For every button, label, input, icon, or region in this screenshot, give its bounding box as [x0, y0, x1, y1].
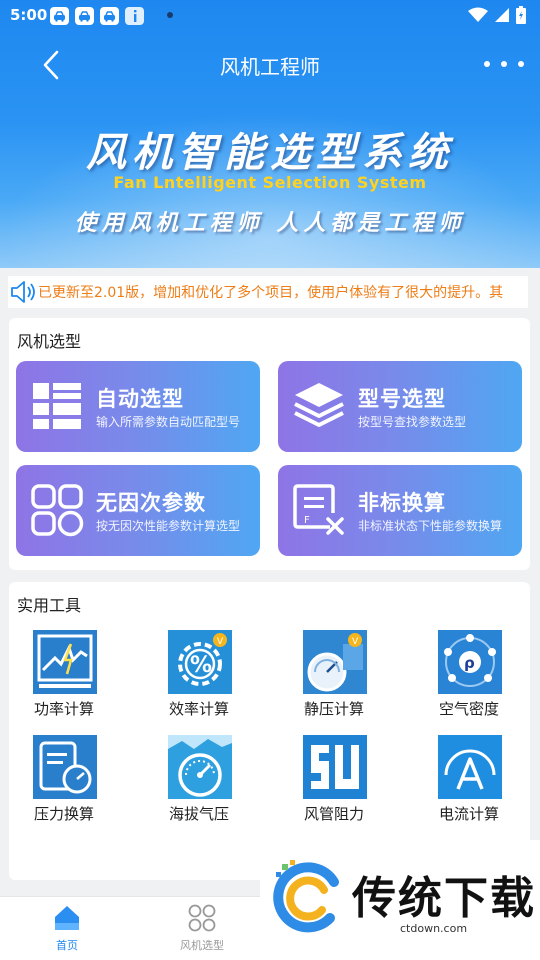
pressure-gauge-icon: V [303, 630, 367, 694]
dot-icon [484, 61, 490, 67]
tool-label: 电流计算 [438, 805, 499, 823]
tool-altitude-pressure[interactable]: 海拔气压 [144, 735, 254, 825]
tool-duct-resistance[interactable]: 风管阻力 [279, 735, 389, 825]
tool-power[interactable]: 功率计算 [9, 630, 119, 720]
notice-text: 已更新至2.01版，增加和优化了多个项目，使用户体验有了很大的提升。其 [38, 285, 504, 301]
car-app-icon [50, 7, 69, 25]
section-title: 实用工具 [17, 596, 82, 615]
signal-icon [495, 8, 509, 22]
ctdown-logo-icon [273, 860, 339, 933]
car-app-icon [100, 7, 119, 25]
tool-air-density[interactable]: ρ 空气密度 [414, 630, 524, 720]
notification-dot-icon [167, 12, 173, 18]
status-time: 5:00 [10, 6, 48, 24]
tool-current[interactable]: 电流计算 [414, 735, 524, 825]
tool-pressure-convert[interactable]: 压力换算 [9, 735, 119, 825]
car-app-icon [75, 7, 94, 25]
fan-selection-card: 风机选型 自动选型 输入所需参数自动匹配型号 型号选型 按型号查找参数选型 无因… [9, 318, 530, 570]
tool-efficiency[interactable]: % V 效率计算 [144, 630, 254, 720]
model-select-tile[interactable]: 型号选型 按型号查找参数选型 [278, 361, 522, 452]
power-chart-icon [33, 630, 97, 694]
nav-label: 风机选型 [180, 939, 224, 952]
home-icon [55, 906, 79, 930]
page-title: 风机工程师 [220, 55, 320, 79]
current-icon [438, 735, 502, 799]
watermark-url: ctdown.com [400, 922, 468, 935]
tile-title: 型号选型 [358, 387, 446, 411]
svg-text:ρ: ρ [464, 654, 475, 672]
tool-label: 功率计算 [33, 700, 94, 718]
section-title: 风机选型 [17, 332, 82, 351]
hero-banner: 5:00 风机工程师 风机智能选型系统 Fan Lntelligent Sele… [0, 0, 540, 268]
banner-title: 风机智能选型系统 [86, 130, 454, 176]
svg-text:V: V [352, 637, 359, 647]
tool-label: 风管阻力 [303, 805, 364, 823]
status-system-icons [468, 6, 526, 24]
banner-slogan: 使用风机工程师 人人都是工程师 [74, 211, 466, 236]
nav-fan-selection[interactable]: 风机选型 [162, 903, 242, 957]
air-density-icon: ρ [438, 630, 502, 694]
tile-title: 自动选型 [96, 387, 184, 411]
more-options-button[interactable] [484, 54, 524, 74]
speaker-icon [8, 277, 38, 307]
tools-card: 实用工具 功率计算 % V 效率计算 V 静压计算 ρ 空气密度 压力换算 海拔… [9, 582, 530, 880]
tile-subtitle: 按型号查找参数选型 [358, 415, 467, 429]
battery-icon [516, 6, 526, 24]
notice-bar[interactable]: 已更新至2.01版，增加和优化了多个项目，使用户体验有了很大的提升。其 [8, 276, 528, 308]
title-bar: 风机工程师 [0, 40, 540, 88]
watermark-text: 传统下载 [352, 873, 536, 924]
tile-title: 无因次参数 [96, 491, 206, 515]
altitude-gauge-icon [168, 735, 232, 799]
wifi-icon [468, 7, 488, 22]
dot-icon [501, 61, 507, 67]
banner-subtitle: Fan Lntelligent Selection System [113, 173, 427, 192]
svg-text:V: V [217, 637, 224, 647]
four-circles-icon [188, 904, 216, 932]
tool-label: 效率计算 [168, 700, 229, 718]
tile-subtitle: 按无因次性能参数计算选型 [96, 519, 241, 533]
dot-icon [518, 61, 524, 67]
svg-text:F: F [304, 515, 310, 526]
watermark: 传统下载 ctdown.com [260, 840, 540, 960]
percent-gear-icon: % V [168, 630, 232, 694]
nonstandard-tile[interactable]: F 非标换算 非标准状态下性能参数换算 [278, 465, 522, 556]
pressure-doc-icon [33, 735, 97, 799]
tool-static-pressure[interactable]: V 静压计算 [279, 630, 389, 720]
layers-icon [294, 383, 344, 427]
list-icon [33, 383, 81, 429]
grid-circles-icon [31, 484, 84, 537]
tool-label: 海拔气压 [168, 805, 229, 823]
svg-text:%: % [190, 653, 212, 678]
auto-select-tile[interactable]: 自动选型 输入所需参数自动匹配型号 [16, 361, 260, 452]
status-app-icons [50, 7, 144, 25]
dimensionless-tile[interactable]: 无因次参数 按无因次性能参数计算选型 [16, 465, 260, 556]
tool-label: 空气密度 [438, 700, 499, 718]
tile-title: 非标换算 [358, 491, 446, 515]
info-app-icon [125, 7, 144, 25]
doc-formula-icon: F [293, 484, 344, 535]
duct-icon [303, 735, 367, 799]
nav-home[interactable]: 首页 [27, 903, 107, 957]
tool-label: 压力换算 [33, 805, 94, 823]
tool-label: 静压计算 [303, 700, 364, 718]
tile-subtitle: 输入所需参数自动匹配型号 [96, 415, 241, 429]
nav-label: 首页 [56, 939, 78, 952]
status-bar: 5:00 [0, 0, 540, 32]
tile-subtitle: 非标准状态下性能参数换算 [358, 519, 503, 533]
